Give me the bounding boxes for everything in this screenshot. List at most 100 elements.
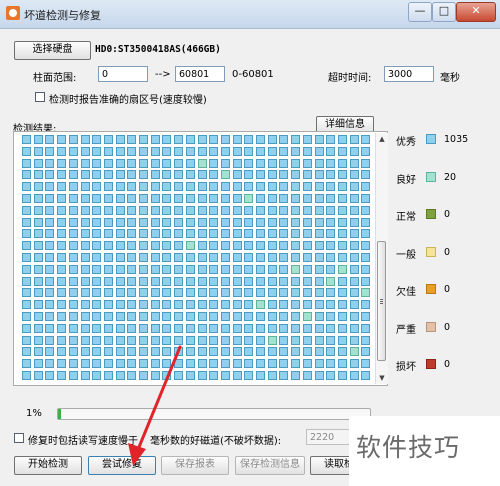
block-cell (33, 335, 43, 345)
block-cell (80, 253, 90, 262)
scroll-thumb[interactable] (377, 241, 386, 361)
block-cell (185, 300, 195, 310)
block-cell (361, 323, 371, 333)
block-cell (349, 323, 359, 333)
block-cell (33, 205, 43, 215)
block-cell (115, 241, 125, 251)
block-cell (302, 276, 312, 286)
block-cell (232, 371, 242, 380)
block-cell (256, 135, 265, 144)
block-cell (337, 229, 347, 239)
block-cell (197, 276, 207, 286)
block-cell (197, 158, 207, 168)
block-cell (291, 288, 301, 298)
block-cell (337, 194, 347, 203)
block-cell (45, 146, 55, 156)
block-cell (326, 359, 336, 369)
block-cell (45, 276, 55, 286)
block-cell (127, 288, 137, 298)
include-slow-checkbox[interactable] (14, 433, 24, 443)
scroll-up-arrow-icon[interactable]: ▲ (376, 133, 388, 145)
block-cell (302, 312, 312, 321)
block-cell (291, 217, 301, 227)
block-cell (326, 158, 336, 168)
block-cell (209, 146, 219, 156)
select-disk-button[interactable]: 选择硬盘 (14, 41, 91, 60)
block-cell (279, 312, 289, 321)
block-cell (232, 312, 242, 321)
grid-scrollbar[interactable]: ▲ ▼ (375, 133, 388, 384)
block-cell (80, 217, 90, 227)
block-cell (80, 323, 90, 333)
block-cell (80, 371, 90, 380)
block-cell (232, 253, 242, 262)
block-cell (80, 229, 90, 239)
scroll-down-arrow-icon[interactable]: ▼ (376, 372, 388, 384)
block-cell (314, 359, 324, 369)
block-cell (22, 288, 31, 298)
try-repair-button[interactable]: 尝试修复 (88, 456, 156, 475)
timeout-input[interactable]: 3000 (384, 66, 434, 82)
range-end-input[interactable]: 60801 (175, 66, 225, 82)
block-cell (139, 135, 148, 144)
block-cell (45, 371, 55, 380)
progress-percent: 1% (26, 408, 42, 419)
block-cell (349, 253, 359, 262)
block-cell (291, 253, 301, 262)
maximize-button[interactable]: □ (432, 2, 456, 22)
block-cell (45, 312, 55, 321)
block-cell (209, 335, 219, 345)
block-cell (197, 194, 207, 203)
close-button[interactable]: ✕ (456, 2, 496, 22)
report-lba-checkbox[interactable] (35, 92, 45, 102)
minimize-button[interactable]: — (408, 2, 432, 22)
block-cell (232, 241, 242, 251)
block-cell (232, 194, 242, 203)
block-cell (232, 359, 242, 369)
block-cell (57, 205, 67, 215)
block-cell (314, 135, 324, 144)
block-cell (326, 217, 336, 227)
block-cell (232, 323, 242, 333)
block-cell (279, 359, 289, 369)
block-cell (256, 264, 265, 274)
block-cell (326, 229, 336, 239)
block-cell (197, 264, 207, 274)
start-scan-button[interactable]: 开始检测 (14, 456, 82, 475)
block-cell (33, 359, 43, 369)
block-cell (244, 182, 254, 192)
block-cell (57, 323, 67, 333)
block-cell (220, 253, 230, 262)
block-cell (314, 194, 324, 203)
legend-label: 损坏 (396, 362, 416, 373)
block-cell (197, 371, 207, 380)
block-cell (314, 182, 324, 192)
legend-count: 1035 (444, 134, 469, 145)
save-detail-button[interactable]: 保存检测信息 (235, 456, 305, 475)
app-icon (6, 6, 20, 20)
block-cell (361, 182, 371, 192)
block-cell (337, 217, 347, 227)
legend-count: 0 (444, 359, 451, 370)
block-cell (80, 312, 90, 321)
block-cell (115, 229, 125, 239)
block-cell (279, 253, 289, 262)
save-report-button[interactable]: 保存报表 (161, 456, 229, 475)
block-cell (103, 359, 113, 369)
block-cell (115, 135, 125, 144)
slow-threshold-input[interactable]: 2220 (306, 429, 350, 445)
block-cell (45, 288, 55, 298)
block-cell (162, 323, 172, 333)
block-cell (150, 217, 160, 227)
block-cell (361, 335, 371, 345)
range-start-input[interactable]: 0 (98, 66, 148, 82)
block-cell (349, 217, 359, 227)
block-cell (197, 253, 207, 262)
block-cell (256, 194, 265, 203)
block-cell (33, 276, 43, 286)
block-cell (45, 217, 55, 227)
block-cell (139, 312, 148, 321)
block-cell (361, 371, 371, 380)
block-cell (22, 335, 31, 345)
block-cell (162, 264, 172, 274)
